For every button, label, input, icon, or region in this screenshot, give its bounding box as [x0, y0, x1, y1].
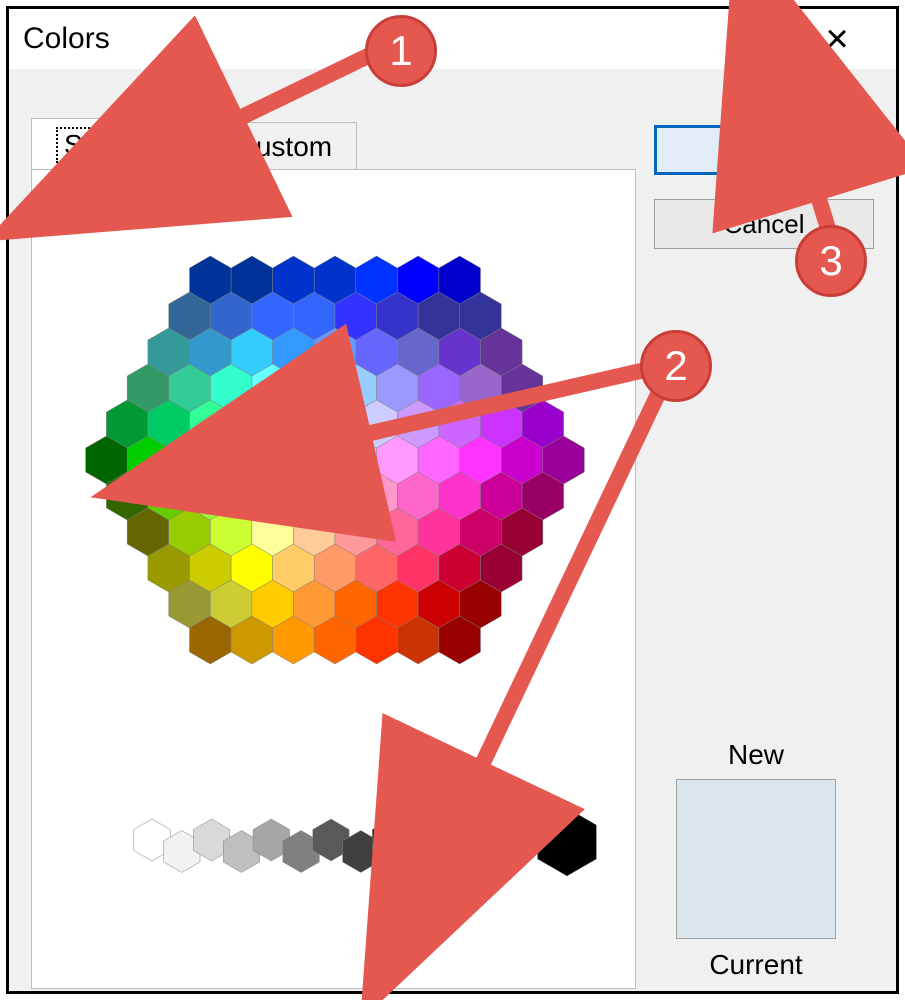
new-color-label: New — [696, 739, 816, 771]
tab-custom[interactable]: Custom — [211, 122, 357, 172]
colors-dialog: Colors ? × Standard Custom Colors: OK — [6, 6, 899, 994]
current-color-label: Current — [676, 949, 836, 981]
ok-button-label: OK — [745, 135, 783, 166]
standard-tab-panel: Colors: — [31, 169, 636, 989]
titlebar: Colors ? × — [9, 9, 896, 69]
annotation-callout-3: 3 — [795, 225, 867, 297]
annotation-callout-2: 2 — [640, 330, 712, 402]
dialog-title: Colors — [23, 22, 702, 56]
dialog-body: Standard Custom Colors: OK Cancel New — [9, 69, 896, 991]
new-color-swatch — [676, 779, 836, 939]
color-hexagon-picker[interactable] — [70, 240, 600, 760]
close-button[interactable]: × — [792, 9, 882, 69]
ok-button[interactable]: OK — [654, 125, 874, 175]
grayscale-row[interactable] — [122, 800, 622, 900]
help-button[interactable]: ? — [702, 9, 792, 69]
black-swatch[interactable] — [538, 808, 597, 876]
annotation-callout-1: 1 — [365, 15, 437, 87]
tab-standard[interactable]: Standard — [31, 118, 211, 172]
tab-standard-label: Standard — [56, 127, 186, 163]
tab-custom-label: Custom — [236, 131, 332, 162]
colors-label: Colors: — [50, 188, 139, 220]
cancel-button-label: Cancel — [724, 209, 805, 240]
tabstrip: Standard Custom — [31, 117, 357, 171]
